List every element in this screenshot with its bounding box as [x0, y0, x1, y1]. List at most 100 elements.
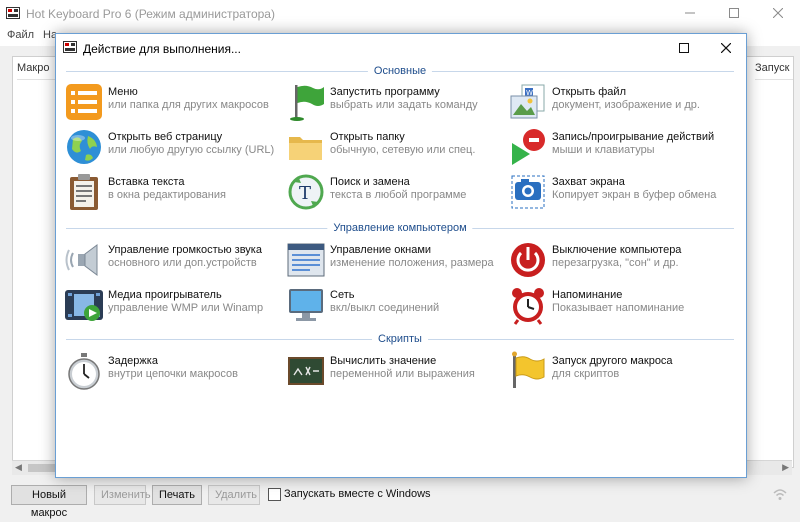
action-volume-control[interactable]: Управление громкостью звука основного ил…: [64, 240, 284, 284]
action-subtitle: переменной или выражения: [330, 368, 475, 380]
main-window-title: Hot Keyboard Pro 6 (Режим администратора…: [26, 7, 275, 21]
globe-icon: [67, 130, 101, 164]
stopwatch-icon: [68, 353, 100, 390]
action-menu[interactable]: Меню или папка для других макросов: [64, 82, 284, 126]
section-label: Скрипты: [372, 332, 428, 346]
media-player-icon: [65, 290, 103, 321]
main-titlebar: Hot Keyboard Pro 6 (Режим администратора…: [0, 0, 800, 26]
maximize-button[interactable]: [712, 0, 756, 26]
startup-checkbox[interactable]: [268, 488, 281, 501]
action-subtitle: для скриптов: [552, 368, 620, 380]
action-dialog: Действие для выполнения... Основные Меню…: [55, 33, 747, 478]
action-title: Вставка текста: [108, 176, 185, 188]
action-title: Запустить программу: [330, 86, 440, 98]
camera-icon: [511, 175, 545, 209]
alarm-clock-icon: [512, 288, 544, 325]
flag-icon: [290, 85, 324, 121]
action-subtitle: основного или доп.устройств: [108, 257, 257, 269]
action-insert-text[interactable]: Вставка текста в окна редактирования: [64, 172, 284, 216]
action-title: Выключение компьютера: [552, 244, 682, 256]
section-basic: Основные: [66, 64, 734, 78]
minimize-icon: [685, 12, 695, 14]
section-scripts: Скрипты: [66, 332, 734, 346]
action-title: Меню: [108, 86, 138, 98]
folder-icon: [289, 137, 322, 160]
wifi-icon: [773, 489, 787, 500]
action-title: Запуск другого макроса: [552, 355, 673, 367]
dialog-maximize-button[interactable]: [662, 34, 706, 62]
new-macro-button[interactable]: Новый макрос: [11, 485, 87, 519]
action-window-control[interactable]: Управление окнами изменение положения, р…: [286, 240, 506, 284]
window-icon: [287, 243, 325, 277]
action-title: Запись/проигрывание действий: [552, 131, 715, 143]
action-shutdown[interactable]: Выключение компьютера перезагрузка, "сон…: [508, 240, 728, 284]
action-run-program[interactable]: Запустить программу выбрать или задать к…: [286, 82, 506, 126]
action-title: Напоминание: [552, 289, 623, 301]
menu-icon: [66, 84, 102, 120]
chalkboard-icon: [288, 357, 324, 385]
action-subtitle: Копирует экран в буфер обмена: [552, 189, 717, 201]
action-subtitle: или папка для других макросов: [108, 99, 269, 111]
action-subtitle: обычную, сетевую или спец.: [330, 144, 476, 156]
action-title: Поиск и замена: [330, 176, 410, 188]
file-image-icon: W: [510, 84, 545, 119]
action-title: Управление громкостью звука: [108, 244, 262, 256]
action-run-other-macro[interactable]: Запуск другого макроса для скриптов: [508, 351, 728, 395]
clipboard-icon: [70, 174, 98, 210]
action-subtitle: мыши и клавиатуры: [552, 144, 655, 156]
edit-button[interactable]: Изменить: [94, 485, 151, 505]
column-header-macro[interactable]: Макро: [17, 57, 57, 80]
action-title: Медиа проигрыватель: [108, 289, 222, 301]
action-subtitle: текста в любой программе: [330, 189, 467, 201]
action-title: Сеть: [330, 289, 355, 301]
dialog-title: Действие для выполнения...: [83, 42, 241, 56]
startup-checkbox-label[interactable]: Запускать вместе с Windows: [284, 488, 431, 500]
yellow-flag-icon: [512, 351, 545, 388]
svg-text:T: T: [299, 183, 311, 204]
app-icon: [6, 7, 20, 19]
delete-button[interactable]: Удалить: [208, 485, 260, 505]
action-title: Захват экрана: [552, 176, 625, 188]
dialog-app-icon: [63, 41, 77, 53]
record-play-icon: [512, 129, 545, 165]
action-search-replace[interactable]: T Поиск и замена текста в любой программ…: [286, 172, 506, 216]
print-button[interactable]: Печать: [152, 485, 202, 505]
close-icon: [721, 43, 731, 53]
maximize-icon: [729, 8, 739, 18]
action-open-folder[interactable]: Открыть папку обычную, сетевую или спец.: [286, 127, 506, 171]
minimize-button[interactable]: [668, 0, 712, 26]
power-icon: [511, 243, 545, 277]
column-header-launch[interactable]: Запуск: [755, 57, 793, 80]
action-media-player[interactable]: Медиа проигрыватель управление WMP или W…: [64, 285, 284, 329]
menu-file[interactable]: Файл: [7, 29, 34, 41]
action-subtitle: Показывает напоминание: [552, 302, 685, 314]
action-subtitle: выбрать или задать команду: [330, 99, 478, 111]
action-open-file[interactable]: W Открыть файл документ, изображение и д…: [508, 82, 728, 126]
dialog-close-button[interactable]: [704, 34, 748, 62]
action-subtitle: управление WMP или Winamp: [108, 302, 264, 314]
action-subtitle: внутри цепочки макросов: [108, 368, 238, 380]
action-record-playback[interactable]: Запись/проигрывание действий мыши и клав…: [508, 127, 728, 171]
scroll-left-icon[interactable]: ◀: [15, 462, 22, 473]
action-title: Открыть файл: [552, 86, 626, 98]
action-title: Задержка: [108, 355, 158, 367]
close-button[interactable]: [756, 0, 800, 26]
action-open-webpage[interactable]: Открыть веб страницу или любую другую сс…: [64, 127, 284, 171]
section-label: Управление компьютером: [327, 221, 473, 235]
action-subtitle: в окна редактирования: [108, 189, 226, 201]
action-screen-capture[interactable]: Захват экрана Копирует экран в буфер обм…: [508, 172, 728, 216]
action-title: Открыть веб страницу: [108, 131, 223, 143]
action-reminder[interactable]: Напоминание Показывает напоминание: [508, 285, 728, 329]
maximize-icon: [679, 43, 689, 53]
action-calculate-value[interactable]: Вычислить значение переменной или выраже…: [286, 351, 506, 395]
close-icon: [773, 8, 783, 18]
action-subtitle: документ, изображение и др.: [552, 99, 700, 111]
action-subtitle: или любую другую ссылку (URL): [108, 144, 275, 156]
action-subtitle: вкл/выкл соединений: [330, 302, 440, 314]
scroll-right-icon[interactable]: ▶: [782, 462, 789, 473]
action-network[interactable]: Сеть вкл/выкл соединений: [286, 285, 506, 329]
dialog-titlebar: Действие для выполнения...: [56, 34, 746, 62]
action-title: Управление окнами: [330, 244, 432, 256]
action-delay[interactable]: Задержка внутри цепочки макросов: [64, 351, 284, 395]
action-subtitle: изменение положения, размера: [330, 257, 494, 269]
